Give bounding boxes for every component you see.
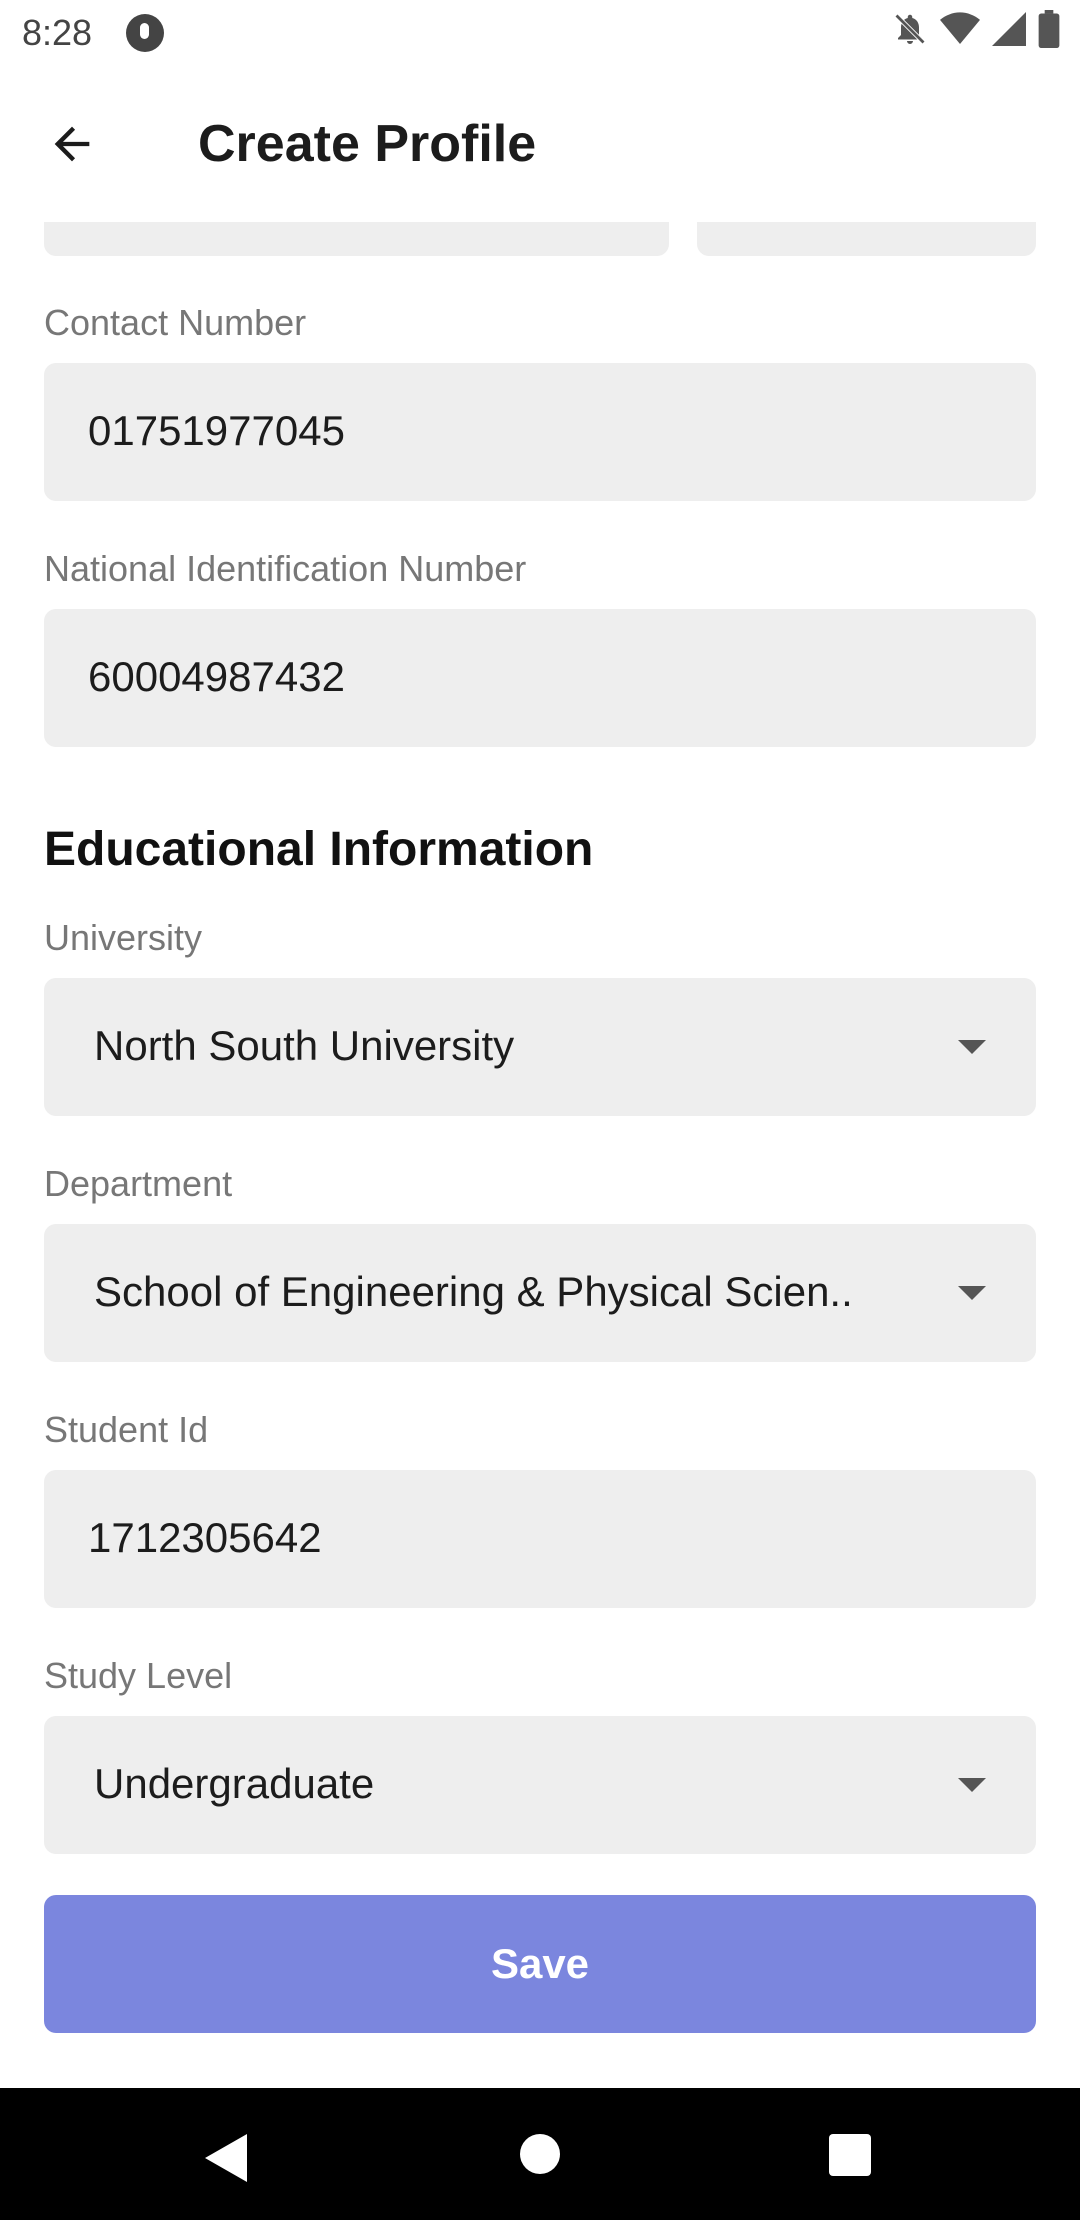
department-label: Department xyxy=(44,1163,233,1204)
department-value: School of Engineering & Physical Scien.. xyxy=(94,1268,853,1315)
dropdown-arrow-icon xyxy=(958,1040,986,1054)
university-value: North South University xyxy=(94,1022,515,1069)
contact-number-label: Contact Number xyxy=(44,302,307,343)
study-level-value: Undergraduate xyxy=(94,1760,375,1807)
national-id-value: 60004987432 xyxy=(88,653,345,700)
status-time: 8:28 xyxy=(22,12,93,53)
national-id-label: National Identification Number xyxy=(44,548,527,589)
university-select[interactable]: North South University xyxy=(44,978,1036,1116)
notifications-off-icon xyxy=(894,13,926,45)
nav-back-icon[interactable] xyxy=(205,2134,247,2182)
study-level-label: Study Level xyxy=(44,1655,233,1696)
save-button[interactable]: Save xyxy=(44,1895,1036,2033)
back-button[interactable] xyxy=(40,112,104,176)
wifi-icon xyxy=(940,12,980,45)
contact-number-field[interactable]: 01751977045 xyxy=(44,363,1036,501)
battery-icon xyxy=(1038,10,1060,48)
educational-information-heading: Educational Information xyxy=(44,823,594,876)
contact-number-value: 01751977045 xyxy=(88,407,345,454)
university-label: University xyxy=(44,917,203,958)
student-id-field[interactable]: 1712305642 xyxy=(44,1470,1036,1608)
page-title: Create Profile xyxy=(198,115,537,173)
dropdown-arrow-icon xyxy=(958,1778,986,1792)
app-notification-icon xyxy=(126,14,164,52)
department-select[interactable]: School of Engineering & Physical Scien.. xyxy=(44,1224,1036,1362)
study-level-select[interactable]: Undergraduate xyxy=(44,1716,1036,1854)
status-icons xyxy=(892,10,1060,48)
navigation-bar xyxy=(0,2088,1080,2220)
student-id-value: 1712305642 xyxy=(88,1514,322,1561)
scroll-content[interactable]: Contact Number 01751977045 National Iden… xyxy=(0,0,1080,2088)
national-id-field[interactable]: 60004987432 xyxy=(44,609,1036,747)
arrow-back-icon xyxy=(54,126,90,162)
student-id-label: Student Id xyxy=(44,1409,209,1450)
dropdown-arrow-icon xyxy=(958,1286,986,1300)
app-bar: Create Profile xyxy=(0,66,1080,222)
status-bar: 8:28 xyxy=(0,0,1080,66)
nav-home-icon[interactable] xyxy=(520,2134,560,2174)
signal-icon xyxy=(992,12,1026,46)
nav-recents-icon[interactable] xyxy=(829,2134,871,2176)
